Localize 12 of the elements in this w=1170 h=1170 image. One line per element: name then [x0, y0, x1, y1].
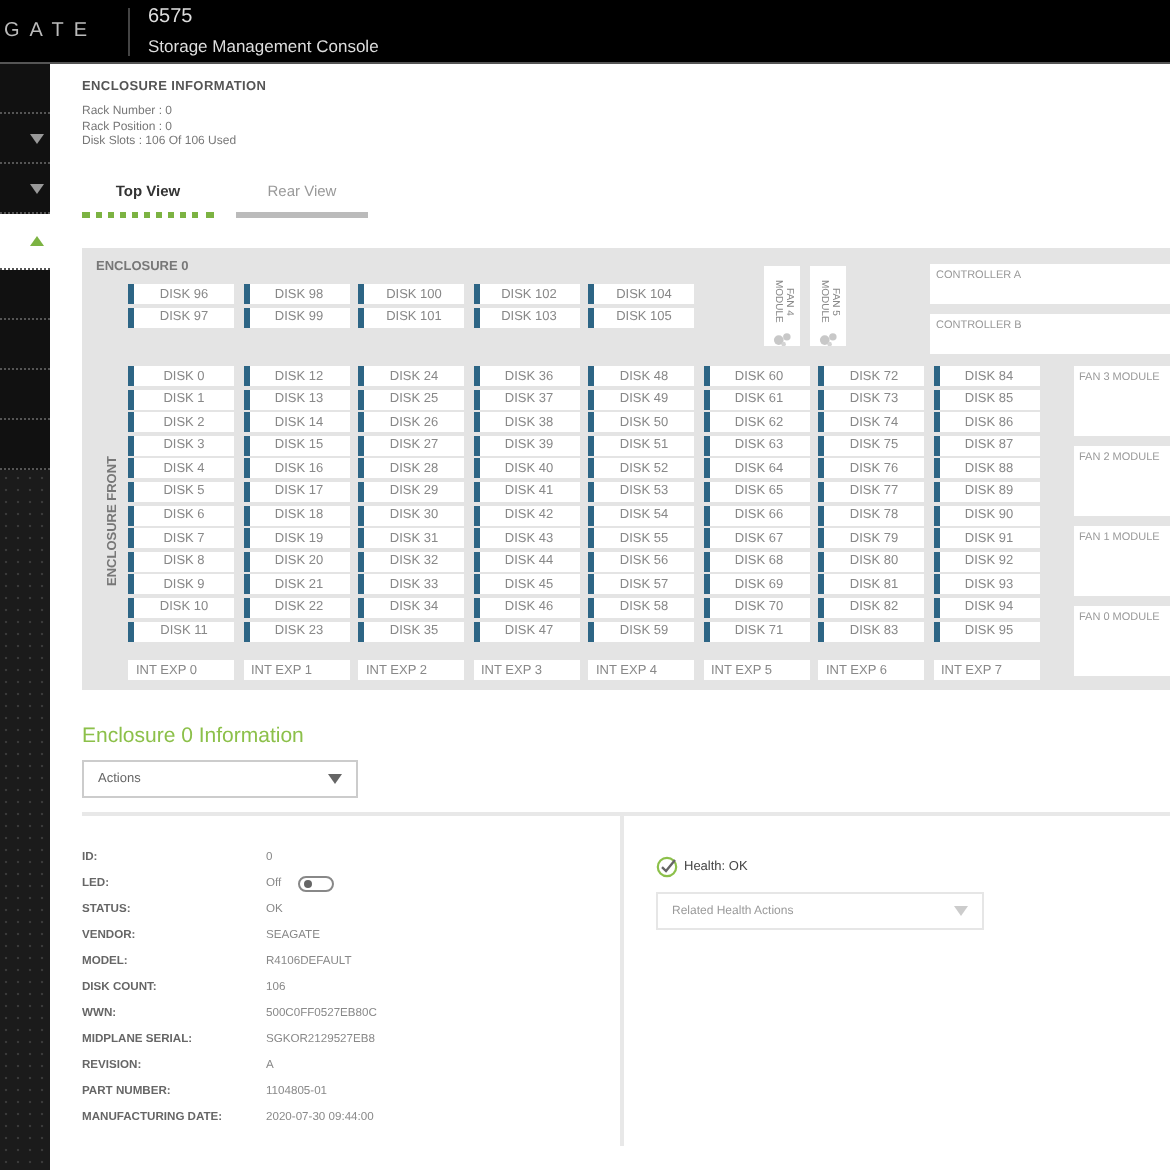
section-title: Enclosure 0 Information	[82, 724, 306, 748]
check-icon	[656, 856, 678, 878]
fan-icon	[770, 331, 794, 346]
fan-icon	[816, 331, 840, 346]
logo: GATE	[2, 20, 99, 42]
led-toggle[interactable]	[297, 875, 334, 892]
sidebar-item[interactable]	[0, 114, 50, 164]
sidebar-item[interactable]	[0, 164, 50, 214]
product-model: 6575	[148, 6, 195, 28]
caret-down-icon	[328, 774, 342, 784]
app-title: Storage Management Console	[148, 36, 379, 56]
caret-down-icon	[954, 906, 968, 916]
